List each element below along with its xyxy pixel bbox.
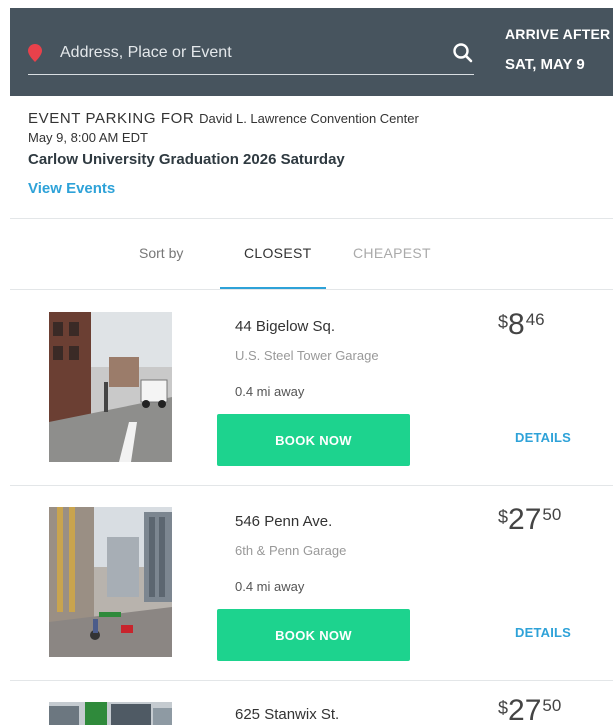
price-dollars: 27: [508, 694, 542, 725]
event-name: Carlow University Graduation 2026 Saturd…: [28, 151, 345, 168]
search-input[interactable]: [58, 40, 442, 66]
arrive-after-label: ARRIVE AFTER: [505, 26, 611, 42]
search-bar: [28, 32, 474, 75]
list-item: 625 Stanwix St. $2750: [10, 680, 613, 725]
listing-price: $846: [498, 310, 545, 340]
event-time: May 9, 8:00 AM EDT: [28, 130, 148, 145]
list-item: 546 Penn Ave. 6th & Penn Garage 0.4 mi a…: [10, 485, 613, 680]
listing-garage-name: U.S. Steel Tower Garage: [235, 348, 379, 363]
view-events-link[interactable]: View Events: [28, 180, 115, 197]
book-now-button[interactable]: BOOK NOW: [217, 414, 410, 466]
listing-address[interactable]: 625 Stanwix St.: [235, 706, 339, 723]
price-cents: 46: [525, 310, 545, 329]
book-now-button[interactable]: BOOK NOW: [217, 609, 410, 661]
divider: [10, 218, 613, 219]
search-header: ARRIVE AFTER SAT, MAY 9: [10, 8, 613, 96]
price-currency: $: [498, 507, 509, 527]
event-heading: EVENT PARKING FOR: [28, 110, 195, 127]
garage-photo[interactable]: [49, 312, 172, 462]
garage-photo[interactable]: [49, 702, 172, 725]
event-heading-line: EVENT PARKING FOR David L. Lawrence Conv…: [28, 110, 613, 127]
garage-photo[interactable]: [49, 507, 172, 657]
arrive-after-date: SAT, MAY 9: [505, 56, 585, 73]
event-info: EVENT PARKING FOR David L. Lawrence Conv…: [28, 110, 613, 198]
listing-garage-name: 6th & Penn Garage: [235, 543, 347, 558]
listing-price: $2750: [498, 696, 561, 725]
listing-address[interactable]: 546 Penn Ave.: [235, 513, 332, 530]
list-item: 44 Bigelow Sq. U.S. Steel Tower Garage 0…: [10, 290, 613, 485]
sort-label: Sort by: [139, 245, 184, 261]
search-icon[interactable]: [452, 42, 474, 64]
details-link[interactable]: DETAILS: [515, 430, 571, 445]
listing-price: $2750: [498, 505, 561, 535]
price-cents: 50: [542, 505, 562, 524]
event-venue: David L. Lawrence Convention Center: [199, 111, 419, 126]
details-link[interactable]: DETAILS: [515, 625, 571, 640]
tab-closest[interactable]: CLOSEST: [244, 245, 311, 261]
price-cents: 50: [542, 696, 562, 715]
listing-distance: 0.4 mi away: [235, 579, 305, 594]
arrive-after-picker[interactable]: ARRIVE AFTER SAT, MAY 9: [505, 26, 613, 73]
tab-cheapest[interactable]: CHEAPEST: [353, 245, 431, 261]
map-pin-icon: [28, 44, 42, 62]
price-currency: $: [498, 312, 509, 332]
price-currency: $: [498, 698, 509, 718]
top-strip: [0, 0, 613, 8]
price-dollars: 8: [508, 308, 525, 341]
price-dollars: 27: [508, 503, 542, 536]
listing-distance: 0.4 mi away: [235, 384, 305, 399]
listing-address[interactable]: 44 Bigelow Sq.: [235, 318, 335, 335]
